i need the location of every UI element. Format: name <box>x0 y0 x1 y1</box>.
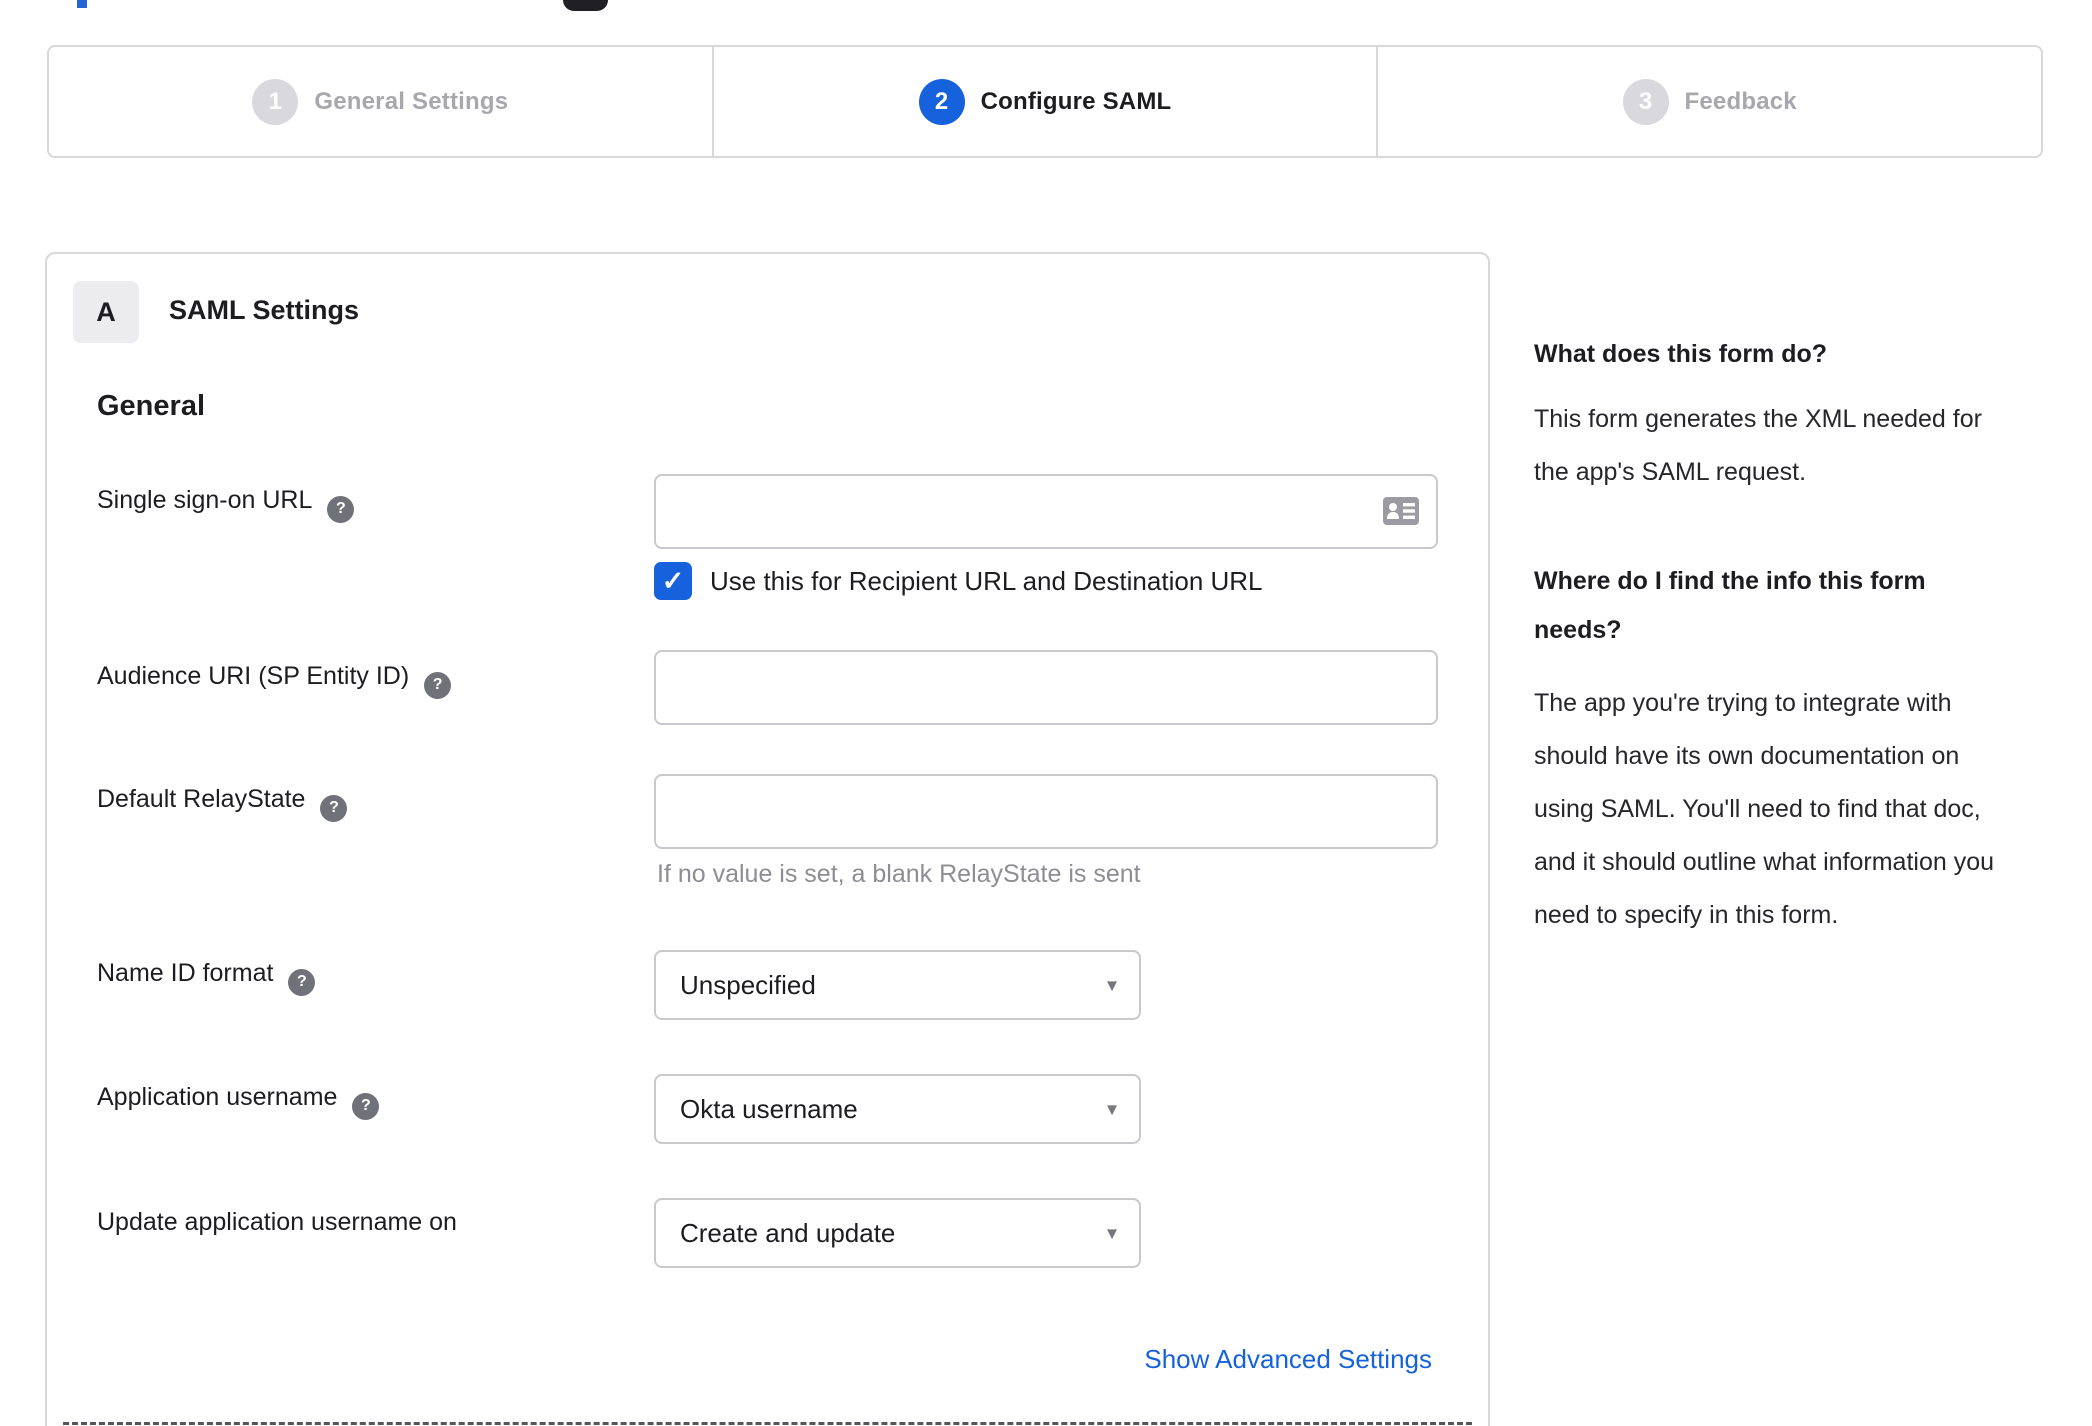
step-feedback[interactable]: 3 Feedback <box>1376 47 2041 156</box>
app-username-select[interactable]: Okta username ▾ <box>654 1074 1141 1144</box>
recipient-url-checkbox-label: Use this for Recipient URL and Destinati… <box>710 566 1263 596</box>
sso-url-help-icon[interactable]: ? <box>327 495 355 523</box>
section-a-badge: A <box>73 281 139 343</box>
audience-uri-input[interactable] <box>654 650 1438 725</box>
general-section-title: General <box>97 390 205 422</box>
step-number-badge: 3 <box>1622 78 1669 125</box>
name-id-format-select[interactable]: Unspecified ▾ <box>654 950 1141 1020</box>
step-general-settings[interactable]: 1 General Settings <box>49 47 712 156</box>
recipient-url-checkbox[interactable]: ✓ <box>654 562 692 600</box>
chevron-down-icon: ▾ <box>1106 974 1117 997</box>
check-icon: ✓ <box>661 565 685 596</box>
update-username-label: Update application username on <box>97 1208 457 1237</box>
chevron-down-icon: ▾ <box>1106 1098 1117 1121</box>
step-configure-saml[interactable]: 2 Configure SAML <box>711 47 1377 156</box>
panel-title: SAML Settings <box>169 295 360 325</box>
relaystate-hint: If no value is set, a blank RelayState i… <box>657 860 1141 888</box>
address-card-icon <box>1383 497 1419 525</box>
name-id-format-label: Name ID format? <box>97 959 316 996</box>
audience-uri-label: Audience URI (SP Entity ID)? <box>97 662 452 699</box>
sso-url-input[interactable] <box>654 474 1438 549</box>
section-dashed-divider <box>63 1422 1472 1425</box>
wizard-stepper: 1 General Settings 2 Configure SAML 3 Fe… <box>47 45 2043 158</box>
sidebar-q2-body: The app you're trying to integrate with … <box>1534 689 1995 929</box>
help-sidebar: What does this form do? This form genera… <box>1534 330 2004 942</box>
name-id-format-value: Unspecified <box>680 969 816 1000</box>
sidebar-q1-body: This form generates the XML needed for t… <box>1534 405 1982 486</box>
step-label: Configure SAML <box>980 87 1172 115</box>
relaystate-input[interactable] <box>654 774 1438 849</box>
app-username-label: Application username? <box>97 1083 380 1120</box>
cutoff-blue-fragment <box>77 0 87 8</box>
step-number-badge: 2 <box>918 78 965 125</box>
step-label: Feedback <box>1684 87 1797 115</box>
update-username-value: Create and update <box>680 1217 896 1248</box>
update-username-select[interactable]: Create and update ▾ <box>654 1198 1141 1268</box>
relaystate-label-text: Default RelayState <box>97 785 306 813</box>
sidebar-q1-heading: What does this form do? <box>1534 340 1828 368</box>
update-username-label-text: Update application username on <box>97 1208 457 1236</box>
saml-wizard-screen: 1 General Settings 2 Configure SAML 3 Fe… <box>0 0 2092 1426</box>
chevron-down-icon: ▾ <box>1106 1222 1117 1245</box>
sso-url-label-text: Single sign-on URL <box>97 486 313 514</box>
show-advanced-settings-link[interactable]: Show Advanced Settings <box>1144 1344 1432 1375</box>
audience-uri-label-text: Audience URI (SP Entity ID) <box>97 662 410 690</box>
step-label: General Settings <box>314 87 509 115</box>
sso-url-label: Single sign-on URL? <box>97 486 355 523</box>
name-id-format-help-icon[interactable]: ? <box>288 968 316 996</box>
relaystate-help-icon[interactable]: ? <box>320 794 348 822</box>
cutoff-dark-fragment <box>563 0 608 11</box>
saml-settings-panel: A SAML Settings General Single sign-on U… <box>45 252 1490 1426</box>
audience-uri-help-icon[interactable]: ? <box>424 671 452 699</box>
relaystate-label: Default RelayState? <box>97 785 348 822</box>
step-number-badge: 1 <box>252 78 299 125</box>
name-id-format-label-text: Name ID format <box>97 959 274 987</box>
sidebar-q2-heading: Where do I find the info this form needs… <box>1534 567 1926 644</box>
app-username-value: Okta username <box>680 1093 858 1124</box>
app-username-label-text: Application username <box>97 1083 338 1111</box>
app-username-help-icon[interactable]: ? <box>352 1092 380 1120</box>
